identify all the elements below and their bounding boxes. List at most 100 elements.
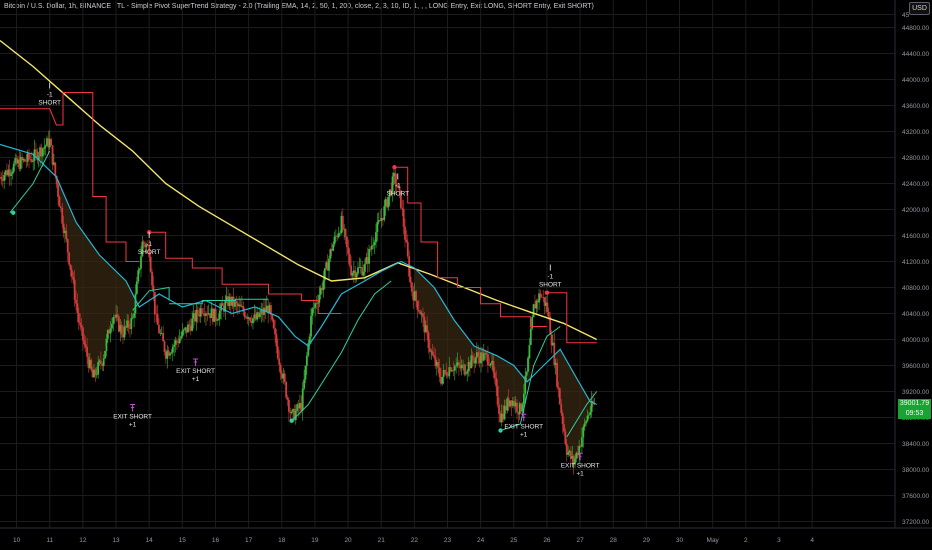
x-tick-label: 26: [543, 537, 551, 544]
candle-body: [156, 314, 159, 325]
candle-body: [301, 388, 304, 411]
candle-body: [557, 386, 560, 389]
candle-body: [180, 336, 182, 339]
y-tick-label: 37600.00: [902, 493, 929, 500]
candle-body: [75, 299, 77, 304]
candle-body: [453, 366, 456, 371]
currency-badge[interactable]: USD: [909, 2, 930, 15]
candle-body: [112, 316, 115, 324]
candle-body: [527, 357, 529, 372]
candle-body: [79, 322, 82, 325]
exit-signal-label: EXIT SHORT: [504, 423, 543, 430]
candle-body: [249, 317, 252, 321]
short-signal-label: -1: [395, 183, 401, 190]
candle-body: [278, 358, 281, 365]
candle-body: [525, 371, 528, 376]
candle-body: [344, 229, 347, 237]
candle-body: [482, 353, 485, 361]
candle-body: [133, 313, 135, 318]
candle-body: [28, 153, 30, 160]
candle-body: [271, 314, 274, 320]
candle-body: [76, 303, 79, 314]
candle-body: [35, 149, 37, 152]
y-tick-label: 37200.00: [902, 519, 929, 526]
price-chart[interactable]: -1SHORTEXIT SHORT+1-1SHORTEXIT SHORT+1-1…: [0, 0, 932, 550]
candle-body: [477, 352, 480, 357]
candle-body: [135, 281, 138, 294]
candle-body: [444, 370, 446, 372]
trend-flip-dot: [289, 418, 294, 423]
candle-body: [152, 285, 155, 293]
candle-body: [283, 373, 286, 382]
candle-body: [279, 364, 282, 374]
candle-body: [474, 357, 477, 364]
exit-signal-label: EXIT SHORT: [113, 414, 152, 421]
candle-body: [137, 270, 140, 282]
candle-body: [322, 280, 325, 291]
candle-body: [416, 301, 419, 310]
candle-body: [357, 267, 359, 274]
trend-fill-band: [553, 349, 594, 463]
candle-body: [90, 359, 93, 370]
candle-body: [286, 397, 289, 400]
candle-body: [351, 273, 354, 276]
candle-body: [341, 215, 344, 230]
candle-body: [401, 207, 404, 209]
candle-body: [304, 365, 307, 380]
candle-body: [370, 245, 373, 250]
candle-body: [243, 311, 246, 318]
x-tick-label: 20: [344, 537, 352, 544]
candle-body: [492, 360, 495, 373]
y-tick-label: 44800.00: [902, 25, 929, 32]
candle-body: [142, 241, 145, 244]
y-tick-label: 40800.00: [902, 285, 929, 292]
supertrend_up-line: [169, 298, 269, 305]
candle-body: [585, 421, 587, 424]
candle-body: [556, 362, 558, 387]
supertrend_up-line: [291, 280, 392, 422]
candle-body: [387, 196, 390, 208]
candle-body: [464, 373, 467, 375]
candle-body: [372, 245, 375, 246]
candle-body: [57, 184, 59, 197]
x-tick-label: 17: [245, 537, 253, 544]
x-axis[interactable]: 10 11 12 13 14 15 16 17 18 19 20 21 22 23 24 25 26 27 28 29…: [0, 527, 932, 544]
candle-body: [252, 318, 254, 324]
grid: [0, 0, 895, 528]
candle-body: [178, 338, 181, 344]
candle-body: [364, 263, 366, 272]
candle-body: [493, 372, 496, 378]
candle-body: [426, 325, 429, 333]
candle-body: [140, 256, 142, 269]
candle-body: [25, 161, 28, 163]
y-tick-label: 41600.00: [902, 233, 929, 240]
candle-body: [181, 330, 184, 337]
candle-body: [274, 328, 276, 335]
candle-body: [50, 139, 53, 146]
last-price-tag: 39001.79 09:53: [898, 399, 931, 419]
candle-body: [409, 276, 412, 283]
x-tick-label: 19: [311, 537, 319, 544]
candle-body: [162, 332, 165, 342]
candle-body: [376, 221, 379, 233]
candle-body: [188, 324, 191, 326]
candle-body: [290, 411, 293, 414]
y-tick-label: 41200.00: [902, 259, 929, 266]
candle-body: [82, 327, 84, 341]
candle-body: [561, 413, 564, 425]
candle-body: [131, 317, 134, 319]
candle-body: [51, 145, 54, 165]
candle-body: [86, 347, 88, 357]
x-tick-label: 14: [146, 537, 154, 544]
candle-body: [214, 308, 217, 321]
short-signal-label: SHORT: [38, 100, 61, 107]
candle-body: [120, 325, 123, 335]
exit-signal-label: EXIT SHORT: [176, 368, 215, 375]
candle-body: [68, 252, 71, 265]
candle-body: [332, 244, 335, 251]
y-tick-label: 38400.00: [902, 441, 929, 448]
candle-body: [217, 318, 220, 321]
x-tick-label: 21: [378, 537, 386, 544]
candle-body: [463, 364, 466, 375]
y-axis[interactable]: 4544800.0044400.0044000.0043600.0043200.…: [894, 0, 929, 528]
